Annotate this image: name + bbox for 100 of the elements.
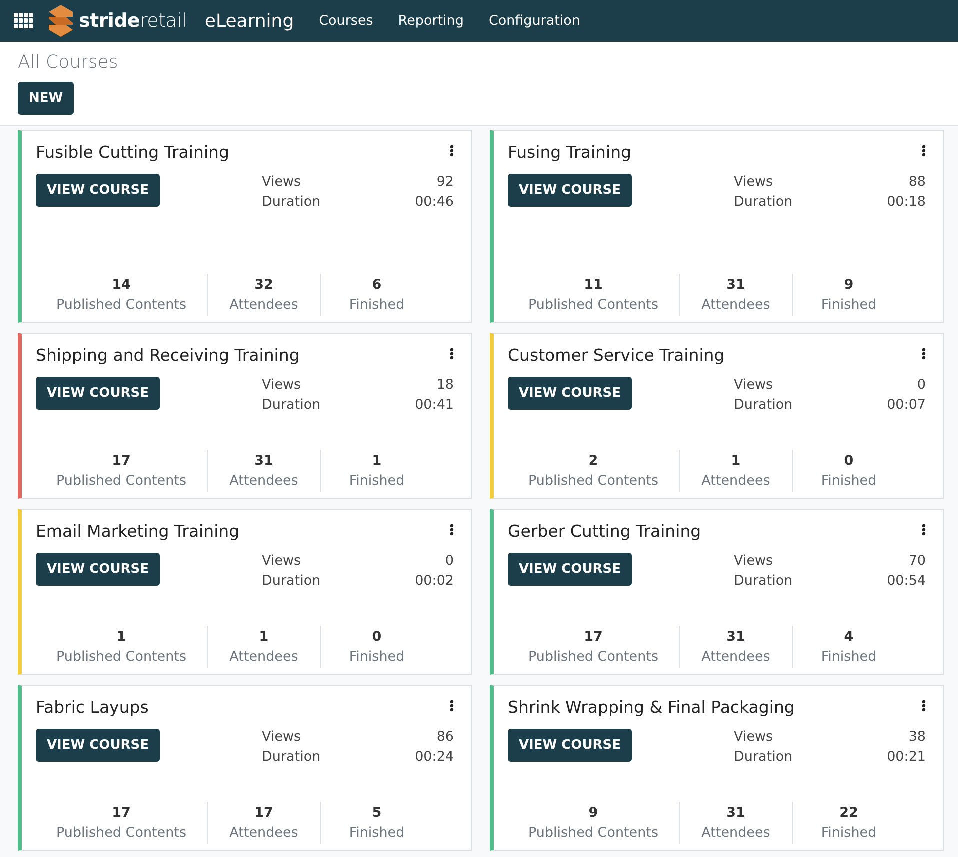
duration-value: 00:07 <box>886 397 926 413</box>
stat-label: Published Contents <box>528 473 658 489</box>
stat-label: Published Contents <box>56 473 186 489</box>
stat-label: Finished <box>821 825 877 841</box>
stat-label: Finished <box>349 825 405 841</box>
course-title: Fabric Layups <box>36 698 149 717</box>
views-value: 70 <box>908 553 926 569</box>
duration-label: Duration <box>262 749 322 765</box>
view-course-button[interactable]: VIEW COURSE <box>36 377 160 410</box>
duration-value: 00:24 <box>414 749 454 765</box>
duration-label: Duration <box>734 397 794 413</box>
duration-value: 00:46 <box>414 194 454 210</box>
view-course-button[interactable]: VIEW COURSE <box>36 174 160 207</box>
course-title: Gerber Cutting Training <box>508 522 702 541</box>
duration-value: 00:18 <box>886 194 926 210</box>
stat-value: 31 <box>726 277 746 293</box>
stat-label: Attendees <box>230 473 298 489</box>
more-icon[interactable] <box>922 524 926 536</box>
page-title: All Courses <box>18 52 120 73</box>
stat-value: 0 <box>844 453 854 469</box>
view-course-button[interactable]: VIEW COURSE <box>508 729 632 762</box>
stat-value: 17 <box>112 805 131 821</box>
stat-label: Attendees <box>702 297 770 313</box>
new-button[interactable]: NEW <box>18 82 74 115</box>
stat-value: 11 <box>584 277 603 293</box>
stat-value: 9 <box>844 277 854 293</box>
view-course-button[interactable]: VIEW COURSE <box>36 553 160 586</box>
stat-value: 9 <box>588 805 598 821</box>
stat-label: Finished <box>349 649 405 665</box>
stat-label: Finished <box>349 473 405 489</box>
view-course-button[interactable]: VIEW COURSE <box>508 553 632 586</box>
duration-label: Duration <box>734 573 794 589</box>
stat-label: Attendees <box>702 825 770 841</box>
stat-value: 22 <box>840 805 858 821</box>
stat-value: 1 <box>731 453 741 469</box>
stat-value: 1 <box>372 453 382 469</box>
stat-label: Published Contents <box>528 825 658 841</box>
stat-label: Finished <box>821 649 877 665</box>
course-title: Shipping and Receiving Training <box>36 346 300 365</box>
stat-value: 17 <box>112 453 131 469</box>
duration-value: 00:21 <box>886 749 926 765</box>
more-icon[interactable] <box>922 348 926 360</box>
more-icon[interactable] <box>450 524 454 536</box>
stat-value: 2 <box>588 453 598 469</box>
stat-value: 0 <box>372 629 382 645</box>
logo-icon <box>48 4 74 38</box>
views-label: Views <box>734 553 774 569</box>
view-course-button[interactable]: VIEW COURSE <box>508 377 632 410</box>
apps-grid-icon[interactable] <box>14 13 34 29</box>
stat-value: 17 <box>584 629 603 645</box>
stat-value: 1 <box>259 629 269 645</box>
stat-value: 31 <box>726 805 746 821</box>
views-value: 0 <box>916 377 926 393</box>
view-course-button[interactable]: VIEW COURSE <box>36 729 160 762</box>
course-title: Shrink Wrapping & Final Packaging <box>508 698 795 717</box>
duration-label: Duration <box>734 194 794 210</box>
stat-value: 4 <box>844 629 854 645</box>
stat-value: 5 <box>372 805 382 821</box>
more-icon[interactable] <box>450 700 454 712</box>
duration-label: Duration <box>262 397 322 413</box>
menu-item[interactable]: Reporting <box>398 13 464 29</box>
views-value: 38 <box>908 729 926 745</box>
views-label: Views <box>262 174 302 190</box>
stat-value: 17 <box>254 805 274 821</box>
more-icon[interactable] <box>450 145 454 157</box>
views-value: 0 <box>444 553 454 569</box>
views-value: 18 <box>436 377 454 393</box>
views-label: Views <box>262 377 302 393</box>
duration-value: 00:41 <box>414 397 454 413</box>
duration-label: Duration <box>262 194 322 210</box>
stat-label: Published Contents <box>56 825 186 841</box>
view-course-button[interactable]: VIEW COURSE <box>508 174 632 207</box>
views-value: 92 <box>436 174 454 190</box>
stat-label: Attendees <box>230 825 298 841</box>
more-icon[interactable] <box>922 145 926 157</box>
more-icon[interactable] <box>450 348 454 360</box>
course-title: Fusing Training <box>508 143 632 162</box>
menu-item[interactable]: Configuration <box>488 13 580 29</box>
stat-value: 6 <box>372 277 382 293</box>
logo-text: strideretail <box>79 10 187 32</box>
stat-value: 1 <box>116 629 126 645</box>
stat-label: Attendees <box>230 649 298 665</box>
menu-item[interactable]: Courses <box>319 13 374 29</box>
course-title: Fusible Cutting Training <box>36 143 230 162</box>
views-label: Views <box>734 377 774 393</box>
more-icon[interactable] <box>922 700 926 712</box>
stat-label: Attendees <box>702 649 770 665</box>
stat-value: 31 <box>726 629 746 645</box>
stat-label: Published Contents <box>56 649 186 665</box>
views-label: Views <box>734 729 774 745</box>
stat-label: Published Contents <box>528 649 658 665</box>
stat-label: Finished <box>349 297 405 313</box>
views-value: 88 <box>908 174 926 190</box>
stat-label: Finished <box>821 473 877 489</box>
views-value: 86 <box>436 729 454 745</box>
app-name: eLearning <box>204 10 294 32</box>
course-title: Customer Service Training <box>508 346 725 365</box>
course-title: Email Marketing Training <box>36 522 240 541</box>
stat-label: Published Contents <box>528 297 658 313</box>
views-label: Views <box>734 174 774 190</box>
